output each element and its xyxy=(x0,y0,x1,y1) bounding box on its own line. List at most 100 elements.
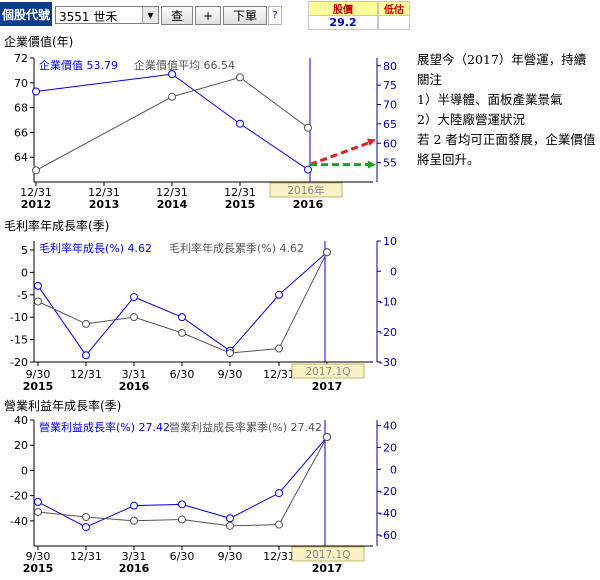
data-point xyxy=(275,344,283,353)
right-tick-label: -60 xyxy=(379,529,397,542)
x-tick-year: 2016 xyxy=(293,198,324,211)
data-point xyxy=(226,521,234,530)
note-line-4: 若 2 者均可正面發展，企業價值將呈回升。 xyxy=(417,132,596,167)
data-point xyxy=(275,290,283,299)
left-tick-label: 64 xyxy=(14,151,28,164)
series-line-secondary xyxy=(37,436,328,527)
right-tick-label: -10 xyxy=(379,296,397,309)
x-tick-year: 2016 xyxy=(119,562,150,575)
x-tick-label: 9/30 xyxy=(218,368,243,381)
left-tick-label: 5 xyxy=(21,244,28,257)
right-tick-label: 40 xyxy=(383,419,397,432)
x-tick-label: 6/30 xyxy=(170,550,195,563)
data-point xyxy=(130,313,138,322)
chart-title: 企業價值(年) xyxy=(4,34,73,49)
data-point xyxy=(178,313,186,322)
data-point xyxy=(304,165,312,174)
highlight-tag-label: 2017.1Q xyxy=(305,366,350,378)
legend-secondary: 毛利率年成長累季(%) 4.62 xyxy=(169,241,304,255)
x-tick-label: 9/30 xyxy=(218,550,243,563)
left-tick-label: 66 xyxy=(14,126,28,139)
data-point xyxy=(82,513,90,522)
x-tick-year: 2015 xyxy=(23,562,54,575)
right-tick-label: -20 xyxy=(379,326,397,339)
data-point xyxy=(130,501,138,510)
x-tick-year: 2015 xyxy=(23,380,54,393)
data-point xyxy=(275,520,283,529)
left-tick-label: 72 xyxy=(14,52,28,65)
left-tick-label: -10 xyxy=(10,311,28,324)
highlight-tag-label: 2017.1Q xyxy=(305,549,350,561)
right-tick-label: 10 xyxy=(383,235,397,248)
chart-title: 毛利率年成長率(季) xyxy=(4,218,109,233)
left-tick-label: 70 xyxy=(14,77,28,90)
left-tick-label: -15 xyxy=(10,334,28,347)
data-point xyxy=(130,293,138,302)
data-point xyxy=(82,319,90,328)
right-tick-label: 75 xyxy=(383,79,397,92)
data-point xyxy=(130,516,138,525)
right-tick-label: -20 xyxy=(379,485,397,498)
series-line-secondary xyxy=(37,251,328,354)
data-point xyxy=(226,349,234,358)
left-tick-label: -20 xyxy=(10,490,28,503)
left-tick-label: -40 xyxy=(10,515,28,528)
x-tick-year: 2014 xyxy=(157,198,188,211)
annotation-note: 展望今（2017）年營運，持續關注 1）半導體、面板產業景氣 2）大陸廠營運狀況… xyxy=(417,50,597,170)
legend-primary: 營業利益成長率(%) 27.42 xyxy=(39,420,170,434)
x-tick-label: 12/31 xyxy=(263,550,295,563)
left-tick-label: 20 xyxy=(14,439,28,452)
data-point xyxy=(178,500,186,509)
right-tick-label: -30 xyxy=(379,356,397,369)
note-line-3: 2）大陸廠營運狀況 xyxy=(417,112,525,127)
series-line-secondary xyxy=(35,76,309,171)
legend-secondary: 營業利益成長率累季(%) 27.42 xyxy=(169,420,322,434)
x-tick-year: 2017 xyxy=(312,380,343,393)
left-tick-label: 68 xyxy=(14,102,28,115)
data-point xyxy=(32,166,40,175)
x-tick-label: 12/31 xyxy=(70,368,102,381)
annotation-arrow-head xyxy=(367,160,376,169)
left-tick-label: 0 xyxy=(21,266,28,279)
left-tick-label: -5 xyxy=(17,289,28,302)
legend-secondary: 企業價值平均 66.54 xyxy=(134,58,235,72)
x-tick-label: 12/31 xyxy=(70,550,102,563)
x-tick-label: 6/30 xyxy=(170,368,195,381)
data-point xyxy=(226,514,234,523)
series-line-primary xyxy=(35,73,309,171)
x-tick-year: 2013 xyxy=(89,198,120,211)
right-tick-label: 0 xyxy=(390,265,397,278)
annotation-arrow-line xyxy=(309,140,371,166)
data-point xyxy=(304,123,312,132)
series-line-primary xyxy=(37,436,328,528)
data-point xyxy=(82,523,90,532)
right-tick-label: 70 xyxy=(383,99,397,112)
note-line-2: 1）半導體、面板產業景氣 xyxy=(417,92,563,107)
left-tick-label: 0 xyxy=(21,464,28,477)
data-point xyxy=(323,433,331,442)
data-point xyxy=(34,507,42,516)
data-point xyxy=(168,92,176,101)
data-point xyxy=(275,489,283,498)
x-tick-year: 2017 xyxy=(312,562,343,575)
highlight-tag-label: 2016年 xyxy=(287,184,324,197)
annotation-arrow-head xyxy=(367,138,376,146)
left-tick-label: 40 xyxy=(14,414,28,427)
note-line-1: 展望今（2017）年營運，持續關注 xyxy=(417,52,587,87)
x-tick-label: 12/31 xyxy=(263,368,295,381)
x-tick-year: 2015 xyxy=(225,198,256,211)
data-point xyxy=(178,328,186,337)
data-point xyxy=(34,297,42,306)
x-tick-year: 2016 xyxy=(119,380,150,393)
data-point xyxy=(32,87,40,96)
right-tick-label: 60 xyxy=(383,137,397,150)
data-point xyxy=(82,351,90,360)
right-tick-label: -40 xyxy=(379,507,397,520)
right-tick-label: 20 xyxy=(383,441,397,454)
data-point xyxy=(236,73,244,82)
legend-primary: 毛利率年成長(%) 4.62 xyxy=(39,241,152,255)
right-tick-label: 80 xyxy=(383,60,397,73)
legend-primary: 企業價值 53.79 xyxy=(39,58,118,72)
right-tick-label: 65 xyxy=(383,118,397,131)
chart-title: 營業利益年成長率(季) xyxy=(4,398,121,413)
